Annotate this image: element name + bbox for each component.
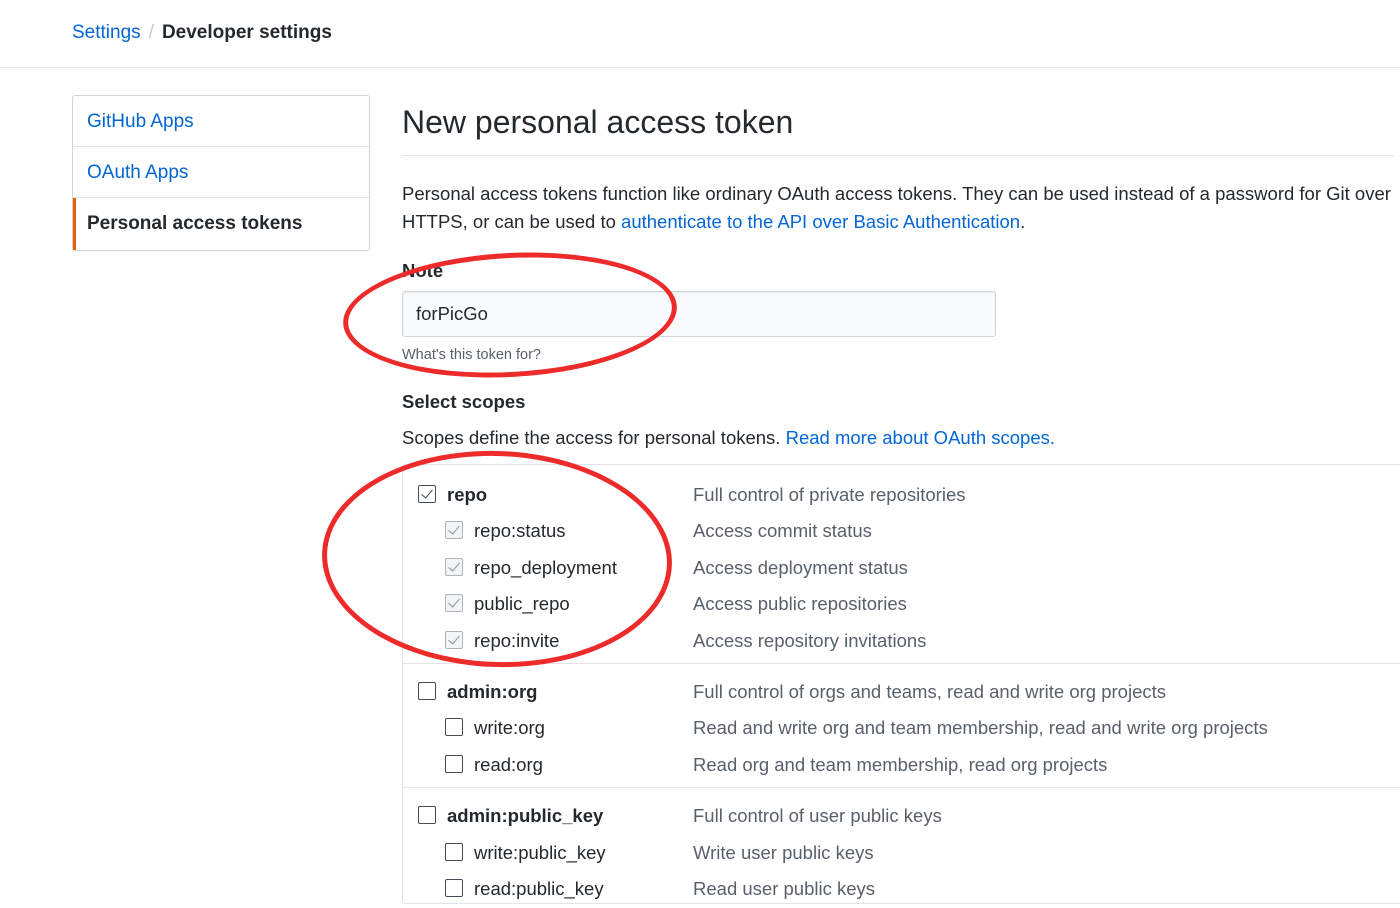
title-divider [402, 155, 1394, 156]
scope-desc: Access commit status [693, 520, 872, 541]
scope-name: read:public_key [474, 878, 604, 899]
scope-name: repo:invite [474, 630, 560, 651]
page-title: New personal access token [402, 104, 794, 140]
scope-desc: Write user public keys [693, 842, 874, 863]
checkbox-write-public-key[interactable] [445, 843, 463, 861]
scope-row: read:org Read org and team membership, r… [403, 747, 1400, 783]
breadcrumb: Settings / Developer settings [72, 21, 332, 45]
scope-group-admin-public-key: admin:public_key Full control of user pu… [403, 788, 1400, 908]
scope-table: repo Full control of private repositorie… [402, 464, 1400, 904]
scope-name: admin:org [447, 681, 538, 702]
scope-group-repo: repo Full control of private repositorie… [403, 465, 1400, 664]
scope-row: repo_deployment Access deployment status [403, 550, 1400, 586]
scope-name: repo [447, 484, 488, 505]
scopes-desc-text: Scopes define the access for personal to… [402, 427, 786, 448]
note-input[interactable] [402, 291, 996, 337]
checkbox-admin-org[interactable] [418, 682, 436, 700]
scope-row: repo:status Access commit status [403, 513, 1400, 549]
breadcrumb-separator: / [148, 22, 154, 43]
sidebar-item-github-apps[interactable]: GitHub Apps [73, 96, 369, 147]
top-header: Settings / Developer settings [0, 0, 1400, 68]
scope-row: admin:org Full control of orgs and teams… [403, 674, 1400, 710]
note-hint: What's this token for? [402, 347, 541, 363]
select-scopes-heading: Select scopes [402, 391, 526, 412]
scope-row: repo:invite Access repository invitation… [403, 623, 1400, 659]
scope-name: repo_deployment [474, 557, 617, 578]
scope-desc: Full control of private repositories [693, 484, 966, 505]
scope-row: read:public_key Read user public keys [403, 871, 1400, 907]
intro-paragraph: Personal access tokens function like ord… [402, 180, 1400, 236]
scope-row: write:public_key Write user public keys [403, 835, 1400, 871]
scope-name: write:public_key [474, 842, 606, 863]
checkbox-repo-deployment[interactable] [445, 558, 463, 576]
scope-row: write:org Read and write org and team me… [403, 710, 1400, 746]
scope-name: repo:status [474, 520, 566, 541]
scope-group-admin-org: admin:org Full control of orgs and teams… [403, 664, 1400, 788]
scope-desc: Access public repositories [693, 593, 907, 614]
breadcrumb-settings-link[interactable]: Settings [72, 22, 141, 43]
scopes-description: Scopes define the access for personal to… [402, 426, 1055, 450]
breadcrumb-current: Developer settings [161, 22, 332, 43]
scope-name: read:org [474, 754, 543, 775]
checkbox-read-org[interactable] [445, 755, 463, 773]
scope-desc: Access repository invitations [693, 630, 927, 651]
basic-auth-link[interactable]: authenticate to the API over Basic Authe… [621, 211, 1020, 232]
scope-name: write:org [474, 717, 545, 738]
note-label: Note [402, 260, 444, 281]
intro-end: . [1020, 211, 1026, 232]
checkbox-repo[interactable] [418, 485, 436, 503]
sidebar-item-personal-access-tokens[interactable]: Personal access tokens [73, 198, 369, 250]
scope-row: public_repo Access public repositories [403, 586, 1400, 622]
checkbox-public-repo[interactable] [445, 594, 463, 612]
developer-settings-sidebar: GitHub Apps OAuth Apps Personal access t… [72, 95, 370, 251]
scope-desc: Full control of user public keys [693, 805, 942, 826]
scope-desc: Full control of orgs and teams, read and… [693, 681, 1167, 702]
scope-desc: Read user public keys [693, 878, 876, 899]
checkbox-write-org[interactable] [445, 718, 463, 736]
checkbox-admin-public-key[interactable] [418, 806, 436, 824]
scope-name: public_repo [474, 593, 570, 614]
scope-row: admin:public_key Full control of user pu… [403, 798, 1400, 834]
sidebar-item-oauth-apps[interactable]: OAuth Apps [73, 147, 369, 198]
scope-row: repo Full control of private repositorie… [403, 477, 1400, 513]
scope-desc: Read and write org and team membership, … [693, 717, 1268, 738]
scope-name: admin:public_key [447, 805, 604, 826]
scope-desc: Access deployment status [693, 557, 908, 578]
checkbox-read-public-key[interactable] [445, 879, 463, 897]
checkbox-repo-status[interactable] [445, 521, 463, 539]
oauth-scopes-link[interactable]: Read more about OAuth scopes. [786, 427, 1055, 448]
checkbox-repo-invite[interactable] [445, 631, 463, 649]
scope-desc: Read org and team membership, read org p… [693, 754, 1108, 775]
